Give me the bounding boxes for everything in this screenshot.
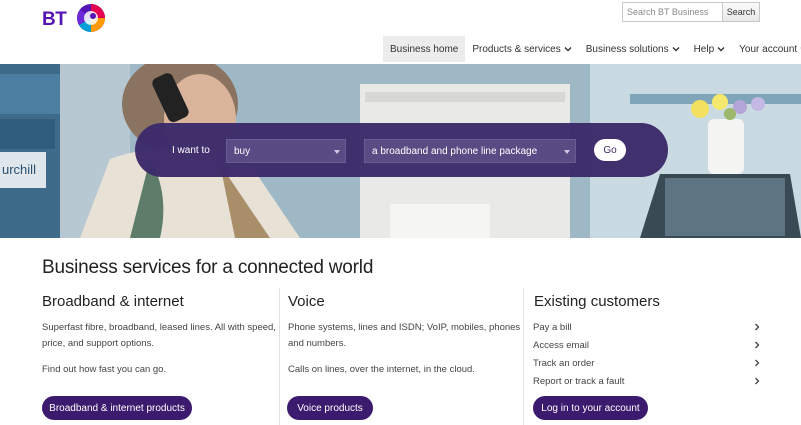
broadband-products-button[interactable]: Broadband & internet products [42, 396, 192, 420]
hero-banner: urchill I want to buy a broadband and ph… [0, 64, 801, 238]
nav-business-solutions[interactable]: Business solutions [579, 36, 687, 62]
action-select-value: buy [234, 145, 251, 157]
voice-heading: Voice [288, 293, 325, 310]
logo-text: BT [42, 9, 67, 30]
chevron-down-icon [717, 47, 725, 52]
main-nav: Business home Products & services Busine… [383, 36, 801, 62]
dropdown-arrow-icon [334, 150, 340, 154]
report-fault-link[interactable]: Report or track a fault [533, 373, 761, 389]
background-sign-text: urchill [2, 162, 36, 177]
nav-products-services[interactable]: Products & services [465, 36, 578, 62]
globe-icon [77, 4, 105, 32]
link-label: Pay a bill [533, 321, 572, 333]
nav-label: Business solutions [585, 43, 669, 55]
nav-label: Business home [390, 43, 459, 55]
chevron-right-icon [755, 323, 760, 331]
chevron-right-icon [755, 341, 760, 349]
nav-help[interactable]: Help [687, 36, 733, 62]
chevron-right-icon [755, 359, 760, 367]
link-label: Track an order [533, 357, 595, 369]
nav-business-home[interactable]: Business home [383, 36, 466, 62]
broadband-description: Superfast fibre, broadband, leased lines… [42, 322, 276, 349]
broadband-heading: Broadband & internet [42, 293, 184, 310]
login-button[interactable]: Log in to your account [533, 396, 648, 420]
search-button[interactable]: Search [722, 2, 760, 22]
pay-bill-link[interactable]: Pay a bill [533, 319, 761, 335]
go-button[interactable]: Go [594, 139, 626, 161]
bt-logo[interactable]: BT [42, 3, 106, 33]
search-input[interactable] [622, 2, 722, 22]
link-label: Access email [533, 339, 589, 351]
chevron-right-icon [755, 377, 760, 385]
action-select[interactable]: buy [226, 139, 346, 163]
chevron-down-icon [672, 47, 680, 52]
voice-calls-text: Calls on lines, over the internet, in th… [288, 364, 475, 375]
site-header: BT Search Business home Products & servi… [0, 0, 801, 64]
existing-customers-heading: Existing customers [534, 293, 660, 310]
nav-your-account[interactable]: Your account [732, 36, 801, 62]
voice-products-button[interactable]: Voice products [287, 396, 373, 420]
broadband-speed-text: Find out how fast you can go. [42, 364, 167, 375]
i-want-to-label: I want to [172, 145, 210, 156]
nav-label: Products & services [472, 43, 561, 55]
product-select-value: a broadband and phone line package [372, 145, 538, 157]
track-order-link[interactable]: Track an order [533, 355, 761, 371]
product-select[interactable]: a broadband and phone line package [364, 139, 576, 163]
link-label: Report or track a fault [533, 375, 625, 387]
chevron-down-icon [564, 47, 572, 52]
dropdown-arrow-icon [564, 150, 570, 154]
nav-label: Help [693, 43, 715, 55]
page-title: Business services for a connected world [42, 257, 374, 278]
voice-description: Phone systems, lines and ISDN; VoIP, mob… [288, 322, 521, 349]
nav-label: Your account [739, 43, 798, 55]
access-email-link[interactable]: Access email [533, 337, 761, 353]
